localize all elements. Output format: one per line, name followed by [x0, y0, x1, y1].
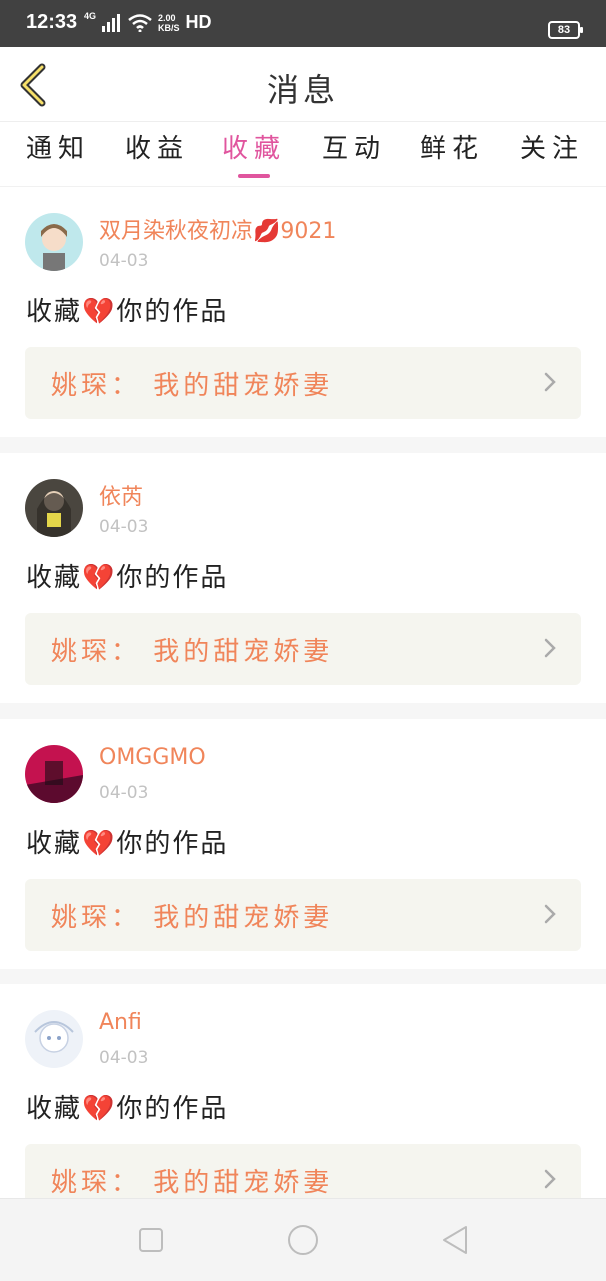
chevron-right-icon — [544, 638, 556, 658]
tab-favorites[interactable]: 收藏 — [222, 128, 286, 165]
section-divider — [0, 969, 606, 985]
status-time: 12:33 — [26, 11, 78, 33]
work-title: 姚琛： 我的甜宠娇妻 — [51, 903, 334, 933]
network-speed: 2.00 KB/S — [158, 13, 180, 33]
tab-notifications[interactable]: 通知 — [26, 128, 90, 165]
message-item: OMGGMO 04-03 收藏💔你的作品 姚琛： 我的甜宠娇妻 — [0, 719, 606, 969]
system-nav-bar — [0, 1198, 606, 1281]
section-divider — [0, 703, 606, 719]
status-icons: 4G 2.00 KB/S HD — [84, 12, 212, 33]
section-divider — [0, 437, 606, 453]
system-back-button[interactable] — [438, 1223, 472, 1257]
message-action: 收藏💔你的作品 — [26, 1094, 229, 1124]
circle-icon — [288, 1225, 318, 1255]
message-date: 04-03 — [99, 783, 149, 803]
chevron-right-icon — [544, 372, 556, 392]
chevron-right-icon — [544, 904, 556, 924]
username[interactable]: OMGGMO — [99, 745, 206, 770]
work-link[interactable]: 姚琛： 我的甜宠娇妻 — [25, 613, 581, 685]
message-date: 04-03 — [99, 517, 149, 537]
avatar[interactable] — [25, 213, 83, 271]
message-item: 依芮 04-03 收藏💔你的作品 姚琛： 我的甜宠娇妻 — [0, 453, 606, 703]
hd-indicator: HD — [185, 12, 212, 32]
username[interactable]: Anfi — [99, 1010, 142, 1035]
tab-following[interactable]: 关注 — [520, 128, 584, 165]
signal-icon — [102, 13, 121, 32]
chevron-right-icon — [544, 1169, 556, 1189]
tab-flowers[interactable]: 鲜花 — [420, 128, 484, 165]
avatar[interactable] — [25, 1010, 83, 1068]
app-header: 消息 — [0, 47, 606, 122]
work-title: 姚琛： 我的甜宠娇妻 — [51, 1168, 334, 1198]
work-title: 姚琛： 我的甜宠娇妻 — [51, 371, 334, 401]
square-icon — [139, 1228, 163, 1252]
work-title: 姚琛： 我的甜宠娇妻 — [51, 637, 334, 667]
avatar[interactable] — [25, 745, 83, 803]
username[interactable]: 依芮 — [99, 479, 143, 511]
wifi-icon — [128, 13, 152, 32]
message-date: 04-03 — [99, 251, 149, 271]
message-item: Anfi 04-03 收藏💔你的作品 姚琛： 我的甜宠娇妻 — [0, 984, 606, 1198]
recent-apps-button[interactable] — [134, 1223, 168, 1257]
avatar[interactable] — [25, 479, 83, 537]
tab-interactions[interactable]: 互动 — [322, 128, 386, 165]
tab-earnings[interactable]: 收益 — [125, 128, 189, 165]
message-action: 收藏💔你的作品 — [26, 829, 229, 859]
active-tab-indicator — [238, 174, 270, 178]
speed-unit: KB/S — [158, 22, 180, 33]
triangle-back-icon — [443, 1226, 467, 1254]
message-action: 收藏💔你的作品 — [26, 297, 229, 327]
work-link[interactable]: 姚琛： 我的甜宠娇妻 — [25, 879, 581, 951]
status-bar: 12:33 4G 2.00 KB/S HD 83 — [0, 0, 606, 47]
work-link[interactable]: 姚琛： 我的甜宠娇妻 — [25, 347, 581, 419]
message-date: 04-03 — [99, 1048, 149, 1068]
message-item: 双月染秋夜初凉💋9021 04-03 收藏💔你的作品 姚琛： 我的甜宠娇妻 — [0, 187, 606, 437]
work-link[interactable]: 姚琛： 我的甜宠娇妻 — [25, 1144, 581, 1198]
tab-bar: 通知 收益 收藏 互动 鲜花 关注 — [0, 122, 606, 187]
battery-icon: 83 — [548, 21, 583, 39]
network-type: 4G — [84, 11, 97, 21]
home-button[interactable] — [286, 1223, 320, 1257]
username[interactable]: 双月染秋夜初凉💋9021 — [99, 213, 336, 245]
message-action: 收藏💔你的作品 — [26, 563, 229, 593]
speed-value: 2.00 — [158, 12, 176, 23]
page-title: 消息 — [266, 71, 339, 109]
